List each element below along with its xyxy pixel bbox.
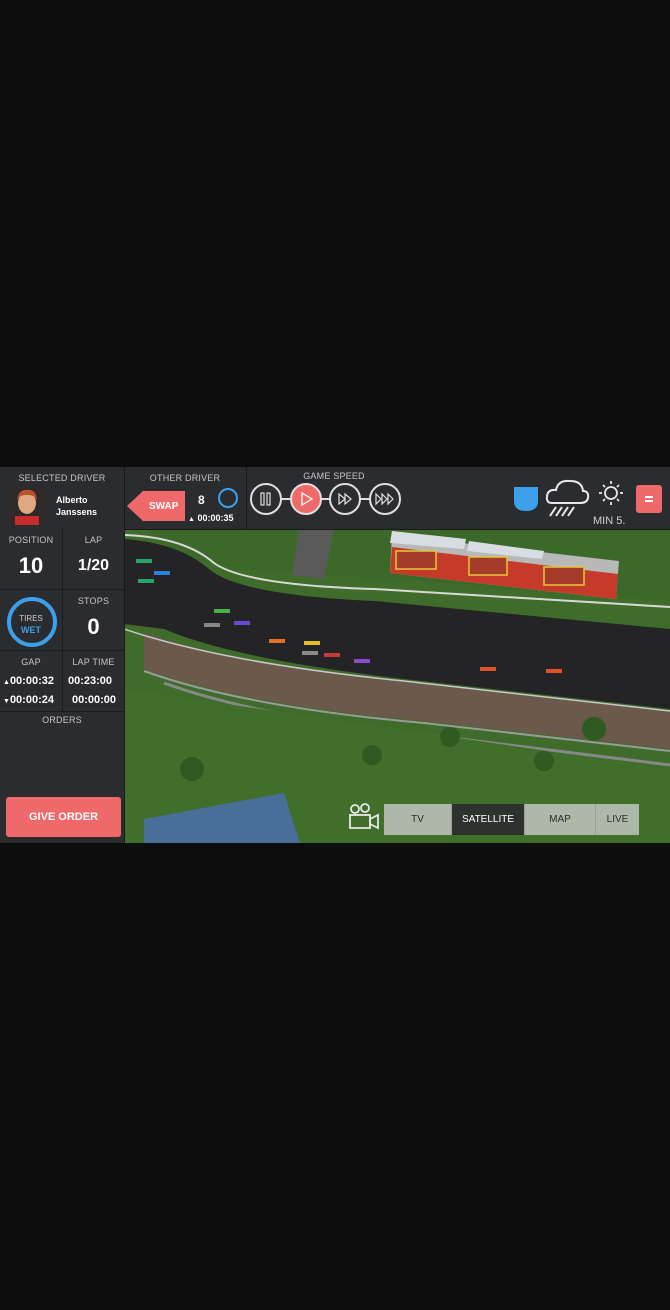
gap-cell: GAP ▲00:00:32 ▼00:00:24 xyxy=(0,651,62,712)
lap-time-last: 00:00:00 xyxy=(72,694,117,706)
give-order-button[interactable]: GIVE ORDER xyxy=(6,797,121,837)
pause-button[interactable] xyxy=(250,483,282,515)
lap-cell: LAP 1/20 xyxy=(62,529,124,590)
race-time-label: MIN 5. xyxy=(593,515,626,527)
driver-first-name: Alberto xyxy=(56,495,88,505)
fast-forward-button[interactable] xyxy=(329,483,361,515)
other-driver-label: OTHER DRIVER xyxy=(149,473,221,483)
gap-ahead: 00:00:32 xyxy=(9,675,54,687)
selected-driver-panel[interactable]: SELECTED DRIVER Alberto Janssens xyxy=(0,467,125,529)
position-label: POSITION xyxy=(8,535,54,545)
stops-label: STOPS xyxy=(77,596,110,606)
tires-cell[interactable]: TIRES WET xyxy=(0,590,62,651)
driver-avatar xyxy=(9,487,45,525)
top-bar: SELECTED DRIVER Alberto Janssens OTHER D… xyxy=(0,467,670,530)
play-button[interactable] xyxy=(290,483,322,515)
track-map xyxy=(124,529,670,843)
lap-time-cell: LAP TIME 00:23:00 00:00:00 xyxy=(62,651,124,712)
tab-tv[interactable]: TV xyxy=(384,804,452,835)
up-arrow-icon: ▲ xyxy=(188,516,195,523)
swap-label: SWAP xyxy=(149,501,179,512)
driver-stats-panel: POSITION 10 LAP 1/20 TIRES WET STOPS 0 G… xyxy=(0,529,125,843)
selected-driver-label: SELECTED DRIVER xyxy=(18,473,106,483)
tire-status-icon xyxy=(218,488,238,508)
menu-button[interactable] xyxy=(636,485,662,513)
lap-value: 1/20 xyxy=(77,557,110,574)
camera-tabs: TV SATELLITE MAP LIVE TIMES xyxy=(384,804,639,835)
sun-icon xyxy=(599,481,623,505)
game-speed-control: GAME SPEED xyxy=(246,467,422,529)
tab-satellite[interactable]: SATELLITE xyxy=(452,804,525,835)
shield-icon xyxy=(514,487,538,511)
driver-last-name: Janssens xyxy=(56,507,98,517)
position-cell: POSITION 10 xyxy=(0,529,62,590)
stops-value: 0 xyxy=(87,614,100,639)
lap-time-current: 00:23:00 xyxy=(68,675,113,687)
track-satellite-view[interactable] xyxy=(124,529,670,843)
fastest-forward-button[interactable] xyxy=(369,483,401,515)
rain-cloud-icon xyxy=(545,479,590,517)
gap-behind: 00:00:24 xyxy=(9,694,54,706)
camera-icon[interactable] xyxy=(348,802,380,832)
other-driver-panel: OTHER DRIVER SWAP 8 ▲ 00:00:35 xyxy=(124,467,247,529)
lap-label: LAP xyxy=(84,535,103,545)
other-driver-gap: 00:00:35 xyxy=(197,513,234,523)
lap-time-label: LAP TIME xyxy=(72,657,115,667)
tires-value: WET xyxy=(21,625,41,635)
game-screen: SELECTED DRIVER Alberto Janssens OTHER D… xyxy=(0,467,670,843)
tab-map[interactable]: MAP xyxy=(525,804,596,835)
position-value: 10 xyxy=(18,553,44,578)
tab-live-times[interactable]: LIVE TIMES xyxy=(596,804,639,835)
up-arrow-icon: ▲ xyxy=(3,679,10,686)
weather-panel: MIN 5. xyxy=(500,467,670,529)
other-driver-position: 8 xyxy=(198,493,205,507)
orders-label: ORDERS xyxy=(42,715,82,725)
swap-button[interactable]: SWAP xyxy=(127,491,185,521)
tires-label: TIRES xyxy=(19,614,43,623)
stops-cell: STOPS 0 xyxy=(62,590,124,651)
gap-label: GAP xyxy=(21,657,41,667)
down-arrow-icon: ▼ xyxy=(3,698,10,705)
